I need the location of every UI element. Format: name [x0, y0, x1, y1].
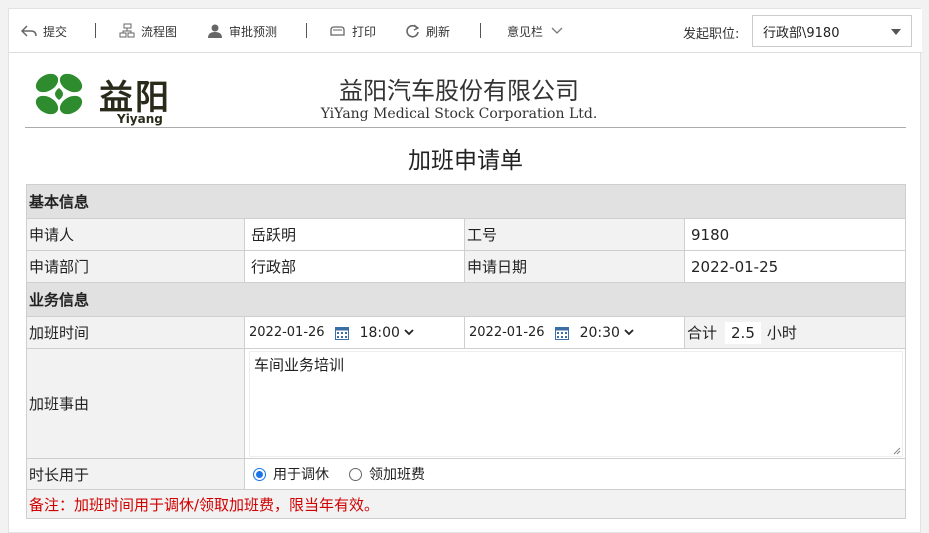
note-text: 备注：加班时间用于调休/领取加班费，限当年有效。 — [29, 495, 380, 514]
company-name: 益阳汽车股份有限公司 — [339, 77, 579, 105]
company-english-name: YiYang Medical Stock Corporation Ltd. — [320, 106, 598, 122]
total-unit: 小时 — [766, 324, 797, 342]
refresh-icon — [406, 23, 420, 38]
form-row: 申请部门 行政部 申请日期 2022-01-25 — [27, 251, 905, 283]
overtime-time-label: 加班时间 — [27, 317, 245, 348]
department-cell: 行政部 — [245, 251, 465, 282]
flowchart-button[interactable]: 流程图 — [119, 22, 177, 40]
company-logo — [35, 73, 83, 115]
print-icon — [330, 26, 345, 36]
department-label: 申请部门 — [27, 251, 245, 282]
post-select-value: 行政部\9180 — [763, 25, 840, 41]
start-date-field[interactable]: 2022-01-26 — [249, 325, 325, 340]
usage-option-leave[interactable]: 用于调休 — [253, 464, 329, 484]
section-title: 基本信息 — [29, 193, 90, 211]
radio-selected[interactable] — [253, 467, 266, 481]
toolbar-divider — [95, 23, 96, 38]
toolbar-divider — [480, 23, 481, 38]
refresh-button[interactable]: 刷新 — [405, 22, 450, 40]
form-row: 时长用于 用于调休 领加班费 — [27, 459, 905, 490]
header-divider — [25, 127, 906, 128]
reason-label: 加班事由 — [27, 349, 245, 458]
reason-textarea[interactable]: 车间业务培训 — [249, 351, 903, 457]
overtime-form: 基本信息 申请人 岳跃明 工号 9180 申请部门 行政部 申请日期 2022-… — [26, 184, 906, 519]
employee-no-cell: 9180 — [685, 219, 905, 250]
start-time-select[interactable]: 18:00 — [357, 324, 417, 342]
approval-forecast-button[interactable]: 审批预测 — [207, 22, 277, 40]
caret-down-icon — [891, 29, 901, 35]
toolbar-divider — [306, 23, 307, 38]
submit-button[interactable]: 提交 — [21, 22, 67, 40]
form-window: 提交 流程图 审批预测 打印 刷新 意见栏 发起职位: 行政部\9180 益阳 … — [8, 8, 922, 533]
total-cell: 合计 2.5 小时 — [685, 317, 905, 348]
department-field[interactable]: 行政部 — [249, 252, 460, 281]
note-row: 备注：加班时间用于调休/领取加班费，限当年有效。 — [27, 490, 905, 518]
usage-option-label: 用于调休 — [273, 467, 329, 483]
post-select[interactable]: 行政部\9180 — [752, 15, 912, 47]
chevron-down-icon — [624, 329, 634, 336]
usage-option-label: 领加班费 — [369, 467, 425, 483]
form-row: 申请人 岳跃明 工号 9180 — [27, 219, 905, 251]
calendar-icon[interactable] — [554, 326, 569, 340]
opinion-dropdown[interactable]: 意见栏 — [507, 22, 569, 40]
end-datetime-cell: 2022-01-26 20:30 — [465, 317, 685, 348]
apply-date-field[interactable]: 2022-01-25 — [689, 252, 901, 281]
user-icon — [208, 24, 222, 38]
submit-icon — [21, 25, 37, 37]
start-time-value: 18:00 — [359, 324, 400, 341]
opinion-label: 意见栏 — [507, 24, 544, 39]
print-button[interactable]: 打印 — [329, 22, 376, 40]
reason-text: 车间业务培训 — [254, 356, 345, 374]
applicant-cell: 岳跃明 — [245, 219, 465, 250]
employee-no-field[interactable]: 9180 — [689, 220, 901, 249]
end-time-value: 20:30 — [579, 324, 620, 341]
section-basic-info: 基本信息 — [27, 185, 905, 219]
apply-date-cell: 2022-01-25 — [685, 251, 905, 282]
section-business-info: 业务信息 — [27, 283, 905, 317]
flowchart-icon — [119, 23, 135, 38]
end-date-field[interactable]: 2022-01-26 — [469, 325, 545, 340]
total-hours-field[interactable]: 2.5 — [725, 321, 761, 344]
total-label: 合计 — [687, 324, 718, 342]
refresh-label: 刷新 — [426, 24, 451, 39]
chevron-down-icon — [551, 27, 563, 34]
end-time-select[interactable]: 20:30 — [577, 324, 637, 342]
form-row: 加班时间 2022-01-26 18:00 2022-01-26 20:30 合… — [27, 317, 905, 349]
reason-cell: 车间业务培训 — [245, 349, 905, 458]
section-title: 业务信息 — [29, 291, 90, 309]
print-label: 打印 — [352, 24, 377, 39]
flowchart-label: 流程图 — [141, 24, 178, 39]
form-title: 加班申请单 — [408, 148, 523, 174]
toolbar: 提交 流程图 审批预测 打印 刷新 意见栏 发起职位: 行政部\9180 — [9, 9, 922, 53]
post-label: 发起职位: — [683, 27, 740, 42]
form-row: 加班事由 车间业务培训 — [27, 349, 905, 459]
chevron-down-icon — [404, 329, 414, 336]
resize-grip-icon[interactable] — [892, 446, 901, 455]
submit-label: 提交 — [43, 24, 68, 39]
apply-date-label: 申请日期 — [465, 251, 685, 282]
logo-subtext: Yiyang — [117, 112, 163, 126]
approval-forecast-label: 审批预测 — [229, 24, 278, 39]
applicant-label: 申请人 — [27, 219, 245, 250]
applicant-field[interactable]: 岳跃明 — [249, 220, 460, 249]
employee-no-label: 工号 — [465, 219, 685, 250]
calendar-icon[interactable] — [334, 326, 349, 340]
start-datetime-cell: 2022-01-26 18:00 — [245, 317, 465, 348]
radio-unselected[interactable] — [349, 467, 362, 481]
usage-option-pay[interactable]: 领加班费 — [349, 464, 425, 484]
usage-label: 时长用于 — [27, 459, 245, 489]
usage-cell: 用于调休 领加班费 — [245, 459, 905, 489]
